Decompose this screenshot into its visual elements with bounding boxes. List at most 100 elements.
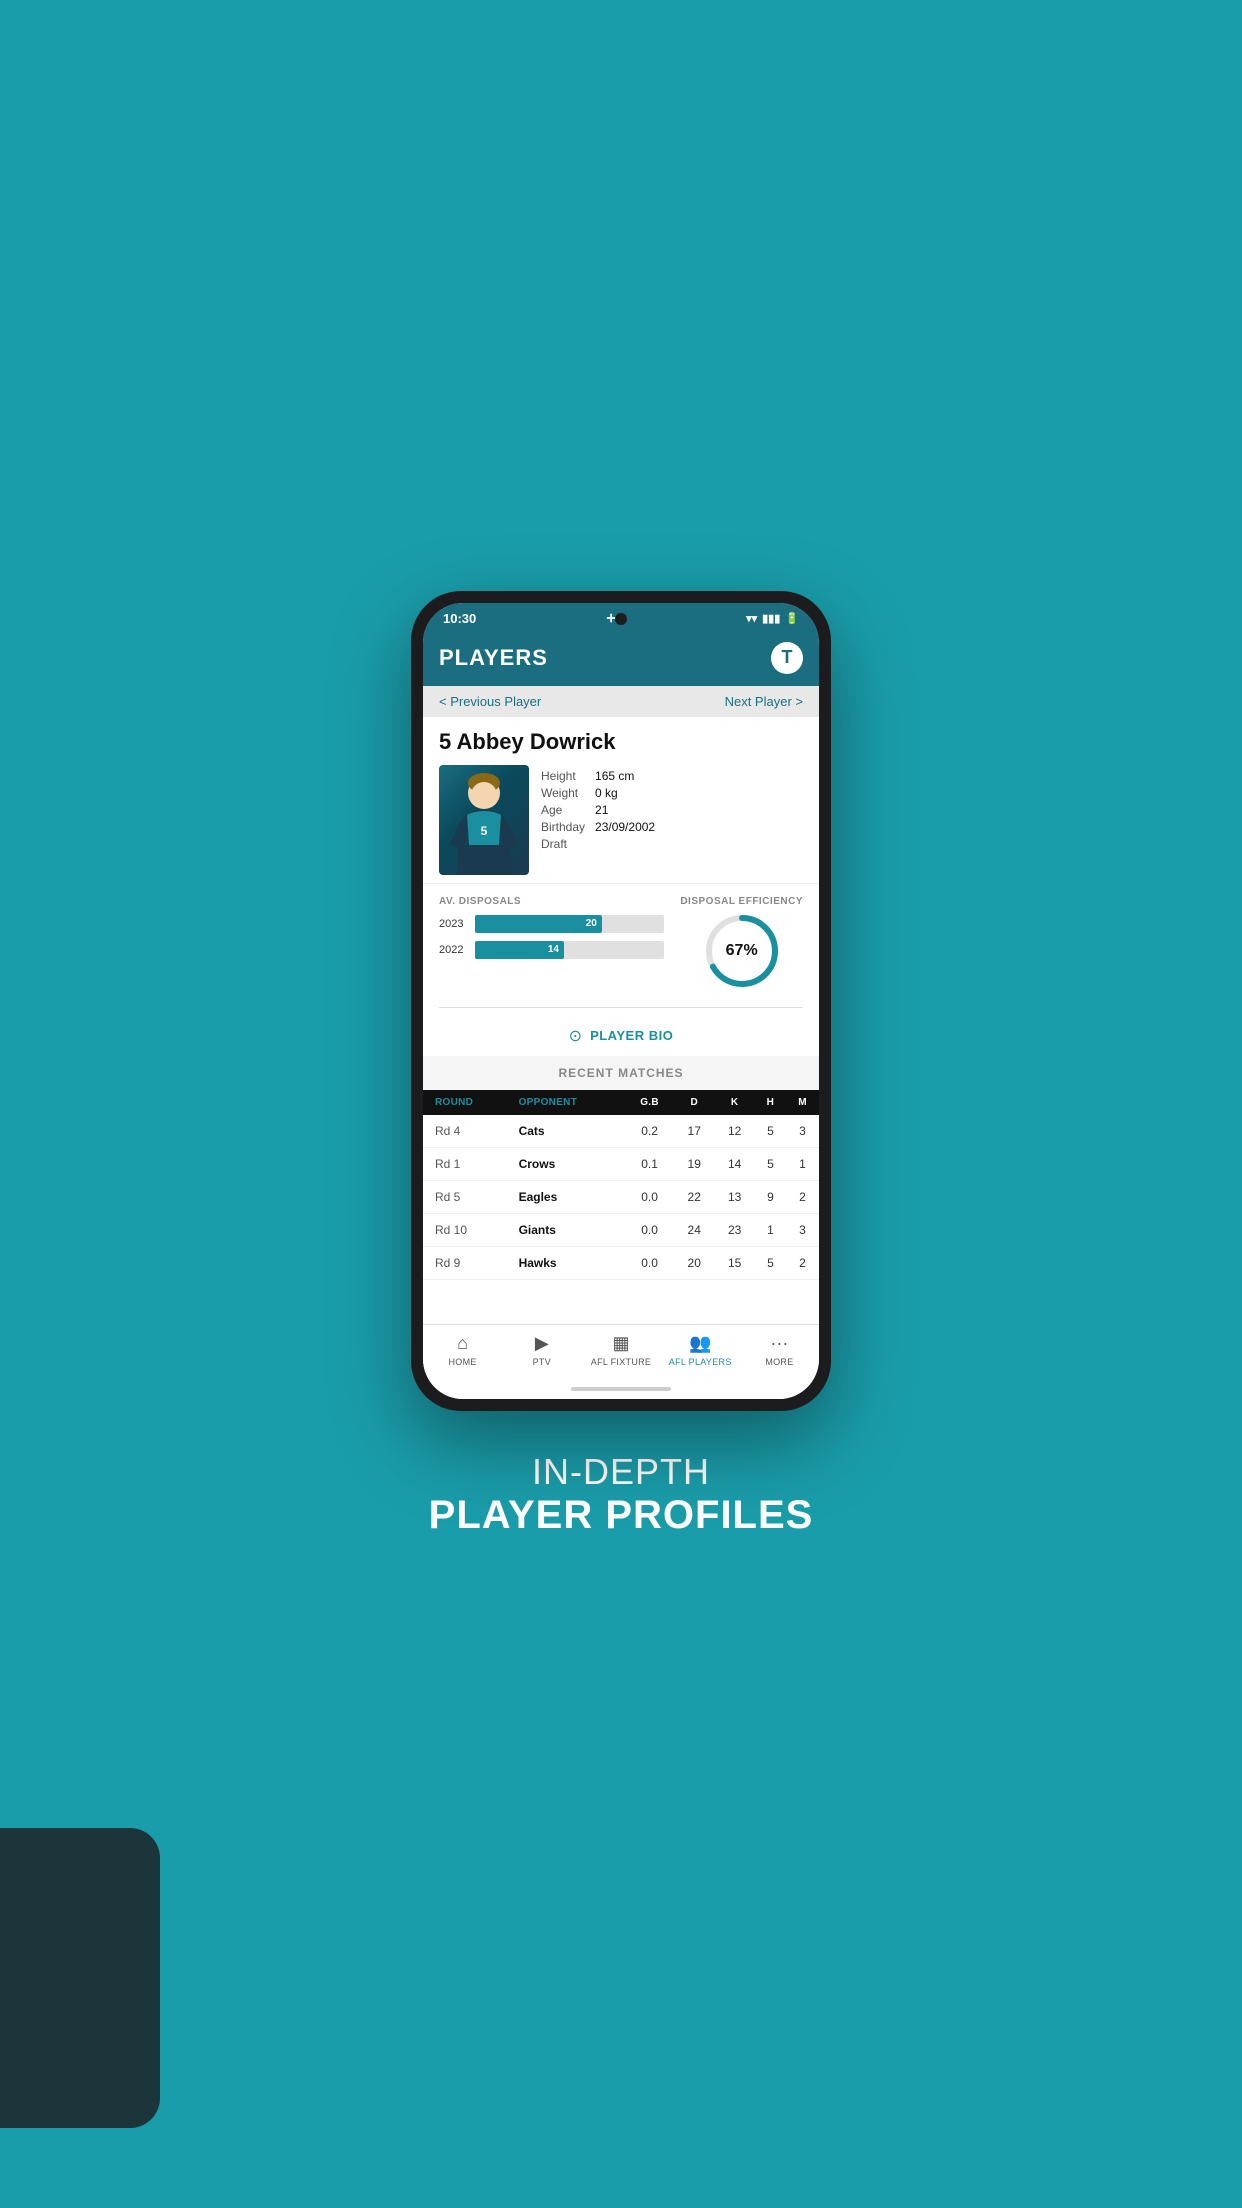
- home-icon: ⌂: [457, 1333, 468, 1354]
- birthday-value: 23/09/2002: [595, 820, 803, 834]
- matches-tbody: Rd 4 Cats 0.2 17 12 5 3 Rd 1 Crows 0.1 1…: [423, 1115, 819, 1280]
- player-nav: < Previous Player Next Player >: [423, 686, 819, 717]
- cell-round: Rd 9: [423, 1246, 513, 1279]
- av-disposals: AV. DISPOSALS 2023 20 2022: [439, 896, 664, 967]
- efficiency-text: 67%: [726, 942, 758, 960]
- bar-track-2023: 20: [475, 915, 664, 933]
- av-disposals-label: AV. DISPOSALS: [439, 896, 664, 907]
- bar-value-2022: 14: [548, 944, 559, 955]
- nav-more[interactable]: ··· MORE: [740, 1333, 819, 1367]
- height-value: 165 cm: [595, 769, 803, 783]
- bio-label: PLAYER BIO: [590, 1028, 673, 1043]
- disposal-eff-label: DISPOSAL EFFICIENCY: [680, 896, 803, 907]
- player-details: Height 165 cm Weight 0 kg Age 21 Birthda…: [541, 765, 803, 851]
- wifi-icon: ▾▾: [746, 612, 757, 625]
- player-photo: 5: [439, 765, 529, 875]
- cell-h: 5: [755, 1246, 786, 1279]
- col-h: H: [755, 1090, 786, 1115]
- cell-k: 15: [714, 1246, 754, 1279]
- cell-gb: 0.0: [625, 1180, 674, 1213]
- players-icon: 👥: [689, 1333, 711, 1354]
- nav-afl-fixture[interactable]: ▦ AFL FIXTURE: [581, 1333, 660, 1367]
- age-label: Age: [541, 803, 585, 817]
- home-indicator: [423, 1379, 819, 1399]
- col-opponent: OPPONENT: [513, 1090, 625, 1115]
- bar-fill-2023: 20: [475, 915, 602, 933]
- cell-opponent: Giants: [513, 1213, 625, 1246]
- section-divider: [439, 1007, 803, 1008]
- cell-opponent: Hawks: [513, 1246, 625, 1279]
- home-label: HOME: [449, 1357, 477, 1367]
- cell-d: 24: [674, 1213, 714, 1246]
- nav-afl-players[interactable]: 👥 AFL PLAYERS: [661, 1333, 740, 1367]
- camera-notch: [615, 613, 627, 625]
- cell-opponent: Cats: [513, 1115, 625, 1148]
- birthday-label: Birthday: [541, 820, 585, 834]
- cell-m: 3: [786, 1213, 819, 1246]
- bar-year-2022: 2022: [439, 944, 469, 956]
- promo-text: IN-DEPTH PLAYER PROFILES: [429, 1451, 814, 1538]
- svg-text:5: 5: [481, 824, 488, 838]
- col-round: ROUND: [423, 1090, 513, 1115]
- cell-gb: 0.0: [625, 1213, 674, 1246]
- cell-k: 13: [714, 1180, 754, 1213]
- scroll-content[interactable]: 5 Abbey Dowrick: [423, 717, 819, 1324]
- cell-h: 1: [755, 1213, 786, 1246]
- cell-round: Rd 5: [423, 1180, 513, 1213]
- more-label: MORE: [765, 1357, 793, 1367]
- weight-value: 0 kg: [595, 786, 803, 800]
- cell-m: 1: [786, 1147, 819, 1180]
- signal-icon: ▮▮▮: [762, 612, 780, 625]
- cell-k: 23: [714, 1213, 754, 1246]
- disposal-efficiency: DISPOSAL EFFICIENCY 67%: [680, 896, 803, 991]
- bar-fill-2022: 14: [475, 941, 564, 959]
- matches-header-row: ROUND OPPONENT G.B D K H M: [423, 1090, 819, 1115]
- cell-gb: 0.1: [625, 1147, 674, 1180]
- nav-ptv[interactable]: ▶ PTV: [502, 1333, 581, 1367]
- nav-home[interactable]: ⌂ HOME: [423, 1333, 502, 1367]
- fixture-icon: ▦: [613, 1333, 630, 1354]
- status-icons: ▾▾ ▮▮▮ 🔋: [746, 612, 799, 625]
- cell-round: Rd 1: [423, 1147, 513, 1180]
- height-label: Height: [541, 769, 585, 783]
- phone-shell: 10:30 ✛ ▾▾ ▮▮▮ 🔋 PLAYERS T < Previous Pl…: [411, 591, 831, 1411]
- col-m: M: [786, 1090, 819, 1115]
- fixture-label: AFL FIXTURE: [591, 1357, 651, 1367]
- app-title: PLAYERS: [439, 645, 548, 671]
- bar-year-2023: 2023: [439, 918, 469, 930]
- player-bio-row[interactable]: ⊙ PLAYER BIO: [423, 1016, 819, 1056]
- battery-icon: 🔋: [785, 612, 799, 625]
- bar-value-2023: 20: [586, 918, 597, 929]
- col-k: K: [714, 1090, 754, 1115]
- cell-k: 12: [714, 1115, 754, 1148]
- ptv-icon: ▶: [535, 1333, 549, 1354]
- age-value: 21: [595, 803, 803, 817]
- player-info-row: 5 Height 165 cm Weight 0 kg Age 21 Birth…: [439, 765, 803, 875]
- cell-h: 5: [755, 1115, 786, 1148]
- cell-round: Rd 4: [423, 1115, 513, 1148]
- next-player-button[interactable]: Next Player >: [725, 694, 803, 709]
- second-phone-partial: [0, 1828, 160, 2128]
- prev-player-button[interactable]: < Previous Player: [439, 694, 541, 709]
- bar-row-2022: 2022 14: [439, 941, 664, 959]
- recent-matches-section: RECENT MATCHES ROUND OPPONENT G.B D K H …: [423, 1056, 819, 1280]
- table-row: Rd 10 Giants 0.0 24 23 1 3: [423, 1213, 819, 1246]
- table-row: Rd 1 Crows 0.1 19 14 5 1: [423, 1147, 819, 1180]
- table-row: Rd 5 Eagles 0.0 22 13 9 2: [423, 1180, 819, 1213]
- cell-m: 3: [786, 1115, 819, 1148]
- bottom-nav: ⌂ HOME ▶ PTV ▦ AFL FIXTURE 👥 AFL PLAYERS…: [423, 1324, 819, 1379]
- cell-h: 9: [755, 1180, 786, 1213]
- cell-d: 17: [674, 1115, 714, 1148]
- ptv-label: PTV: [533, 1357, 551, 1367]
- player-header: 5 Abbey Dowrick: [423, 717, 819, 883]
- cell-h: 5: [755, 1147, 786, 1180]
- bio-icon: ⊙: [569, 1026, 582, 1046]
- more-icon: ···: [770, 1333, 788, 1354]
- players-label: AFL PLAYERS: [669, 1357, 732, 1367]
- telstra-logo: T: [771, 642, 803, 674]
- home-bar: [571, 1387, 671, 1391]
- cell-round: Rd 10: [423, 1213, 513, 1246]
- player-name-number: 5 Abbey Dowrick: [439, 729, 803, 755]
- col-gb: G.B: [625, 1090, 674, 1115]
- bar-row-2023: 2023 20: [439, 915, 664, 933]
